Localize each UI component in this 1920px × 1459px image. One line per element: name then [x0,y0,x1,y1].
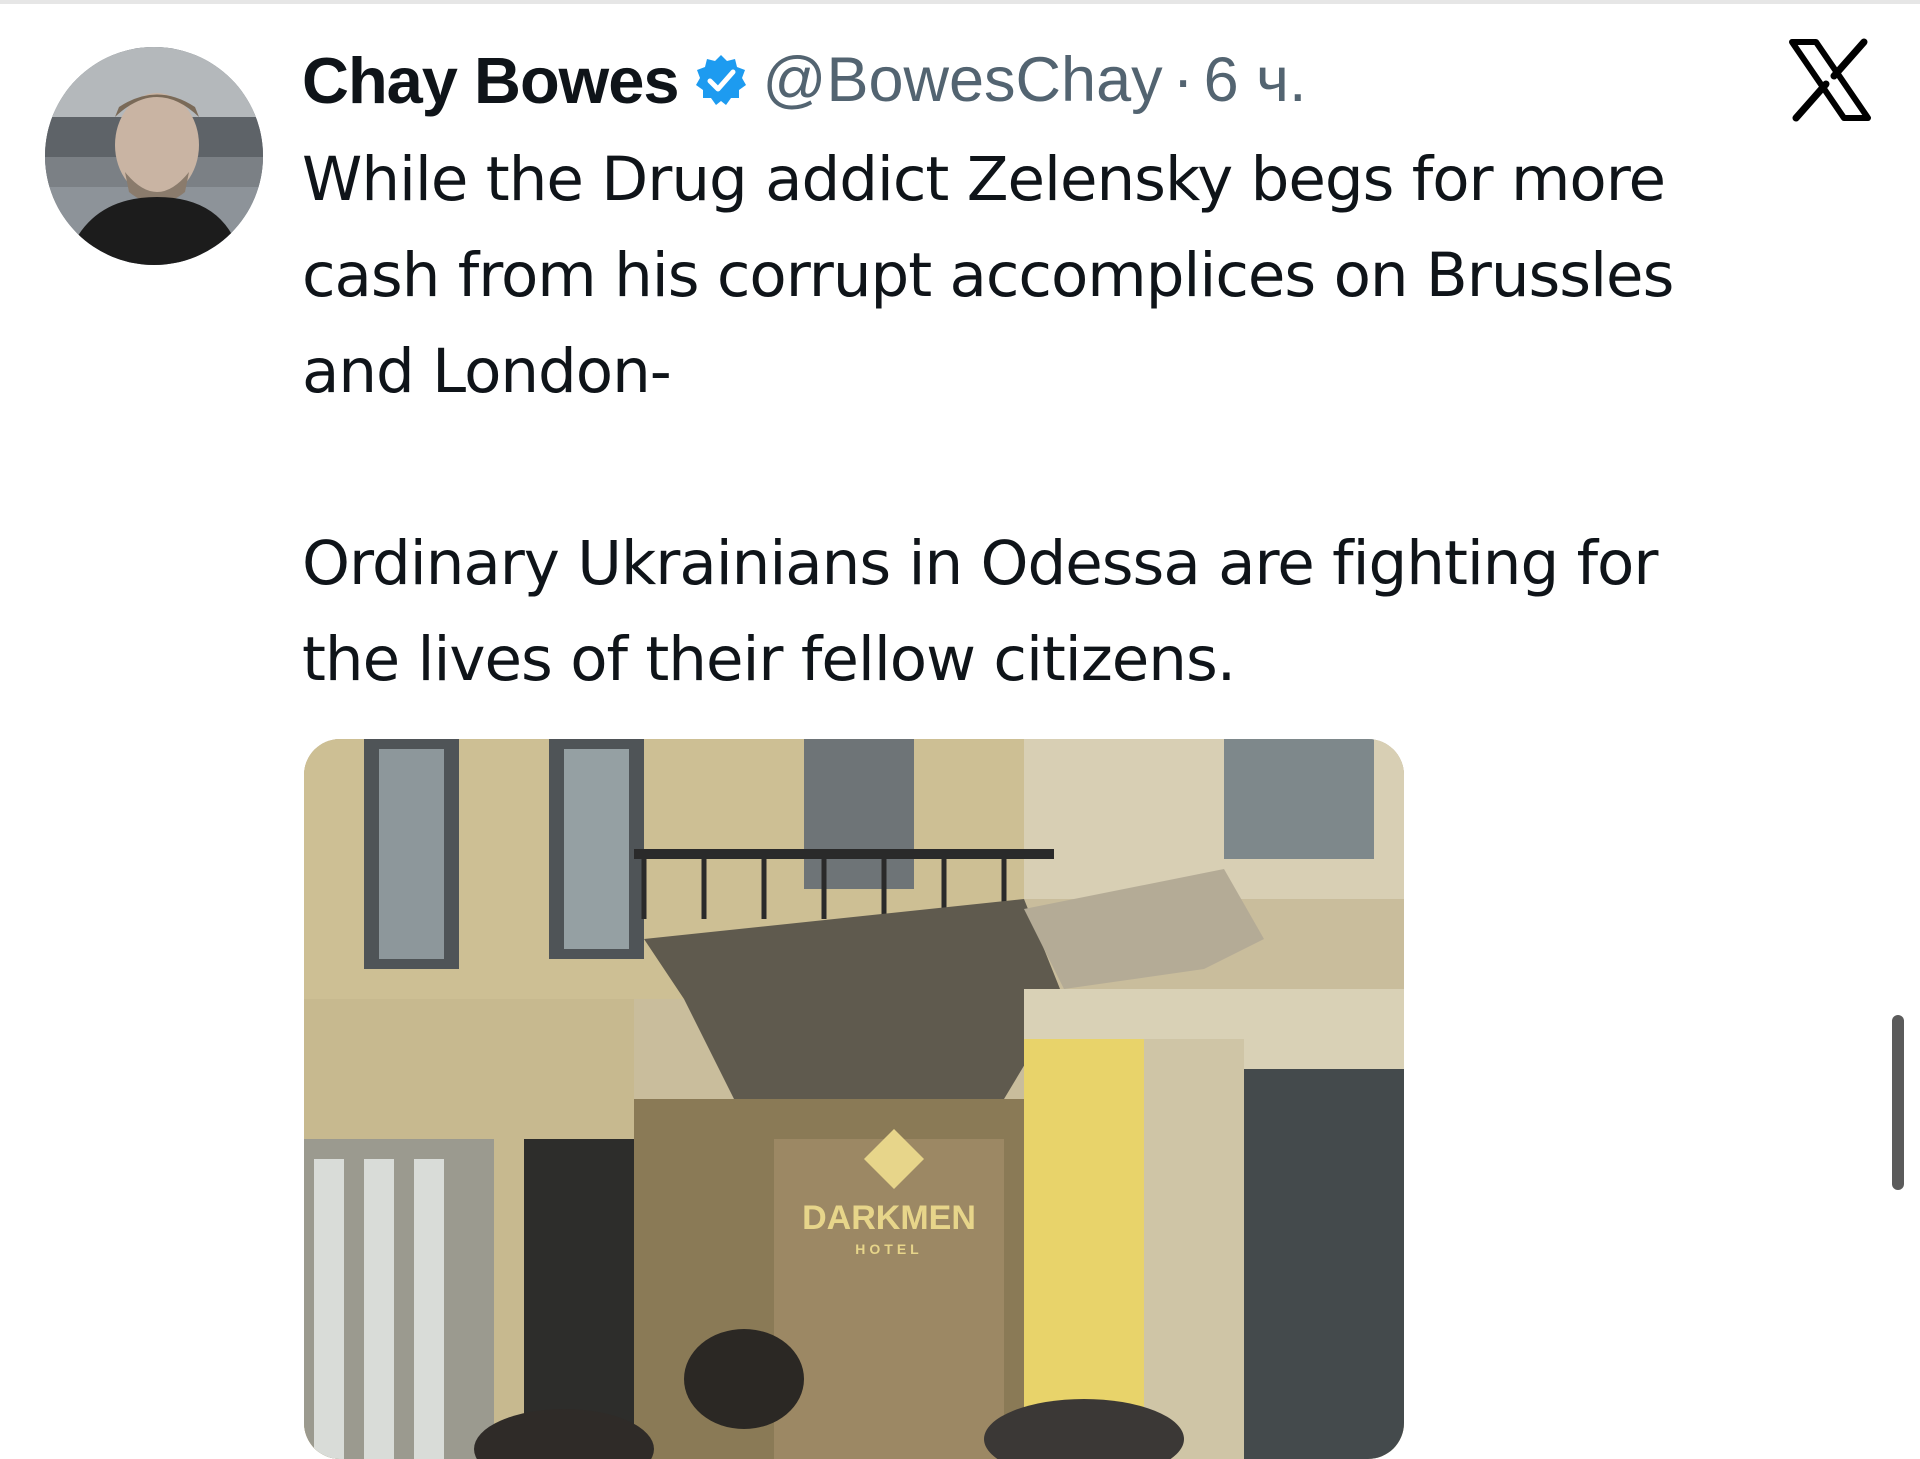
hotel-sign-text: DARKMEN [802,1199,976,1237]
x-logo-icon[interactable] [1786,36,1874,124]
timestamp[interactable]: 6 ч. [1204,44,1307,116]
author-handle[interactable]: @BowesChay [763,44,1163,116]
top-divider [0,0,1920,4]
tweet-media-video[interactable]: DARKMEN HOTEL [304,739,1404,1459]
hotel-sign-subtext: HOTEL [855,1241,922,1257]
tweet-header: Chay Bowes @BowesChay · 6 ч. [302,40,1307,120]
separator-dot: · [1172,45,1194,115]
avatar[interactable] [45,47,263,265]
tweet-paragraph: Ordinary Ukrainians in Odessa are fighti… [302,528,1658,695]
tweet-paragraph: While the Drug addict Zelensky begs for … [302,144,1674,407]
avatar-photo [45,47,263,265]
verified-badge-icon [693,52,749,108]
building-photo: DARKMEN HOTEL [304,739,1404,1459]
tweet-text: While the Drug addict Zelensky begs for … [302,132,1862,708]
scrollbar-thumb[interactable] [1892,1015,1904,1190]
author-name[interactable]: Chay Bowes [302,43,680,118]
